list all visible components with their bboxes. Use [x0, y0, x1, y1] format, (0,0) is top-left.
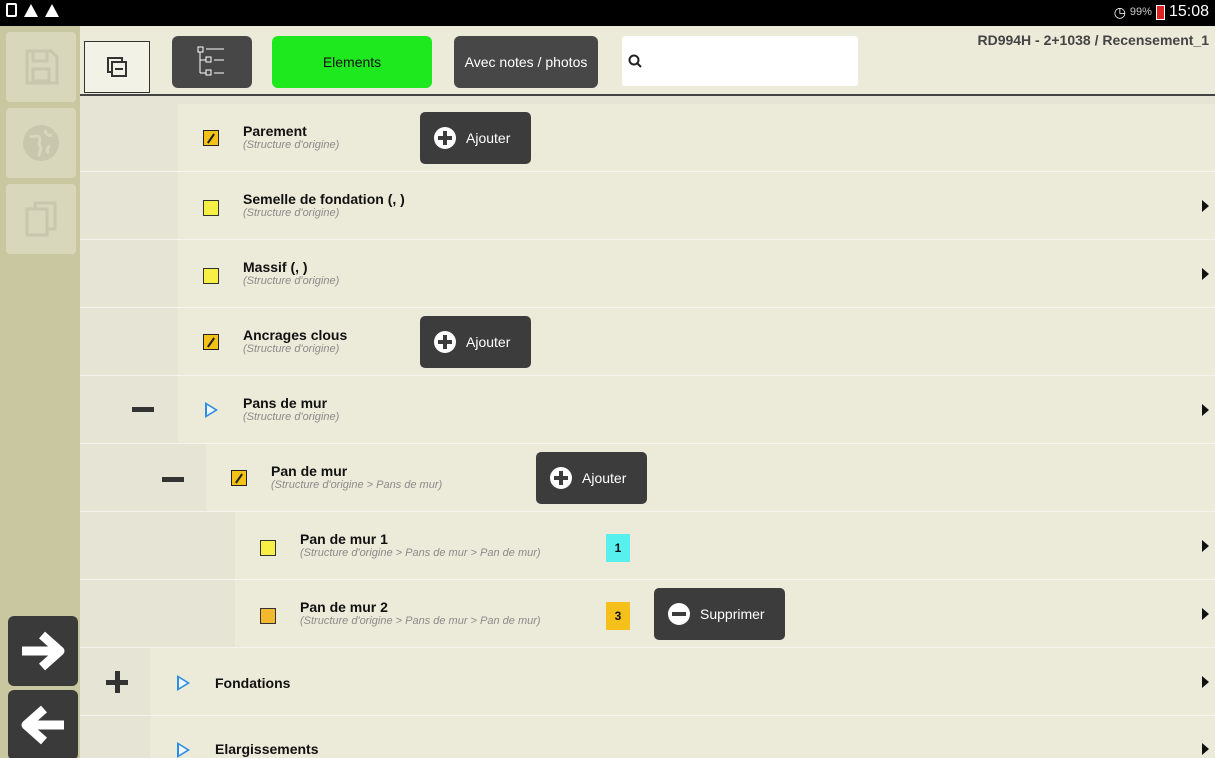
- status-square-icon: [260, 608, 276, 624]
- collapse-icon[interactable]: [132, 407, 154, 412]
- tree-row[interactable]: Ancrages clous (Structure d'origine) Ajo…: [80, 308, 1215, 376]
- globe-icon: [23, 125, 59, 161]
- tree-view-button[interactable]: [172, 36, 252, 88]
- row-title: Massif (, ): [243, 259, 308, 275]
- breadcrumb: RD994H - 2+1038 / Recensement_1: [977, 32, 1209, 48]
- row-subtitle: (Structure d'origine > Pans de mur): [271, 479, 443, 491]
- row-title: Fondations: [215, 675, 291, 691]
- save-icon: [25, 49, 59, 85]
- plus-circle-icon: [550, 467, 572, 489]
- tree-row[interactable]: Semelle de fondation (, ) (Structure d'o…: [80, 172, 1215, 240]
- tree-row[interactable]: Pan de mur 2 (Structure d'origine > Pans…: [80, 580, 1215, 648]
- collapse-icon: [107, 57, 127, 77]
- row-subtitle: (Structure d'origine): [243, 275, 340, 287]
- next-button[interactable]: [8, 616, 78, 686]
- expand-plus-icon[interactable]: [106, 671, 128, 693]
- row-subtitle: (Structure d'origine > Pans de mur > Pan…: [300, 547, 541, 559]
- minus-circle-icon: [668, 603, 690, 625]
- row-title: Parement: [243, 123, 307, 139]
- tree-icon: [197, 46, 224, 76]
- delete-button[interactable]: Supprimer: [654, 588, 785, 640]
- notes-photos-button[interactable]: Avec notes / photos: [454, 36, 598, 88]
- row-title: Pans de mur: [243, 395, 328, 411]
- status-square-icon: [260, 540, 276, 556]
- edit-icon: [203, 334, 219, 350]
- edit-icon: [203, 130, 219, 146]
- plus-circle-icon: [434, 127, 456, 149]
- warning-icon: [24, 3, 38, 17]
- add-button-label: Ajouter: [582, 470, 627, 486]
- arrow-left-icon: [21, 705, 64, 745]
- search-box[interactable]: [622, 36, 858, 86]
- expand-triangle-icon: [205, 402, 218, 418]
- row-title: Pan de mur 2: [300, 599, 388, 615]
- status-bar: ◷ 99% 15:08: [0, 0, 1215, 26]
- save-button[interactable]: [6, 32, 76, 102]
- row-subtitle: (Structure d'origine): [243, 343, 340, 355]
- warning-icon: [45, 3, 59, 17]
- collapse-all-button[interactable]: [84, 41, 150, 93]
- count-badge: 3: [606, 602, 630, 630]
- tree-row[interactable]: Pan de mur 1 (Structure d'origine > Pans…: [80, 512, 1215, 580]
- tree-row[interactable]: Fondations: [80, 648, 1215, 716]
- arrow-right-icon: [22, 631, 65, 671]
- wifi-icon: ◷: [1113, 3, 1126, 20]
- copy-button[interactable]: [6, 184, 76, 254]
- add-button[interactable]: Ajouter: [420, 112, 531, 164]
- search-icon: [628, 54, 642, 68]
- chevron-right-icon[interactable]: [1202, 404, 1209, 416]
- add-button-label: Ajouter: [466, 130, 511, 146]
- plus-circle-icon: [434, 331, 456, 353]
- chevron-right-icon[interactable]: [1202, 608, 1209, 620]
- row-title: Semelle de fondation (, ): [243, 191, 405, 207]
- add-button[interactable]: Ajouter: [536, 452, 647, 504]
- delete-button-label: Supprimer: [700, 606, 765, 622]
- row-title: Pan de mur: [271, 463, 348, 479]
- row-title: Ancrages clous: [243, 327, 348, 343]
- row-title: Elargissements: [215, 741, 319, 757]
- collapse-icon[interactable]: [162, 477, 184, 482]
- toolbar: Elements Avec notes / photos RD994H - 2+…: [80, 26, 1215, 96]
- status-square-icon: [203, 200, 219, 216]
- tree-row[interactable]: Pans de mur (Structure d'origine): [80, 376, 1215, 444]
- tree-row[interactable]: Massif (, ) (Structure d'origine): [80, 240, 1215, 308]
- elements-button[interactable]: Elements: [272, 36, 432, 88]
- add-button[interactable]: Ajouter: [420, 316, 531, 368]
- chevron-right-icon[interactable]: [1202, 676, 1209, 688]
- expand-triangle-icon: [177, 675, 190, 691]
- tree-row[interactable]: Parement (Structure d'origine) Ajouter: [80, 104, 1215, 172]
- copy-icon: [25, 201, 57, 237]
- clock: 15:08: [1168, 3, 1209, 20]
- row-title: Pan de mur 1: [300, 531, 388, 547]
- device-icon: [6, 3, 17, 17]
- expand-triangle-icon: [177, 742, 190, 758]
- search-input[interactable]: [648, 53, 838, 69]
- chevron-right-icon[interactable]: [1202, 200, 1209, 212]
- row-subtitle: (Structure d'origine): [243, 411, 340, 423]
- row-subtitle: (Structure d'origine): [243, 139, 340, 151]
- chevron-right-icon[interactable]: [1202, 268, 1209, 280]
- row-subtitle: (Structure d'origine > Pans de mur > Pan…: [300, 615, 541, 627]
- edit-icon: [231, 470, 247, 486]
- battery-icon: [1155, 4, 1165, 20]
- chevron-right-icon[interactable]: [1202, 743, 1209, 755]
- count-badge: 1: [606, 534, 630, 562]
- row-subtitle: (Structure d'origine): [243, 207, 340, 219]
- left-sidebar: [0, 26, 80, 758]
- map-button[interactable]: [6, 108, 76, 178]
- back-button[interactable]: [8, 690, 78, 758]
- tree-row[interactable]: Pan de mur (Structure d'origine > Pans d…: [80, 444, 1215, 512]
- tree-row[interactable]: Elargissements: [80, 716, 1215, 758]
- battery-percent: 99%: [1129, 6, 1152, 18]
- chevron-right-icon[interactable]: [1202, 540, 1209, 552]
- status-square-icon: [203, 268, 219, 284]
- add-button-label: Ajouter: [466, 334, 511, 350]
